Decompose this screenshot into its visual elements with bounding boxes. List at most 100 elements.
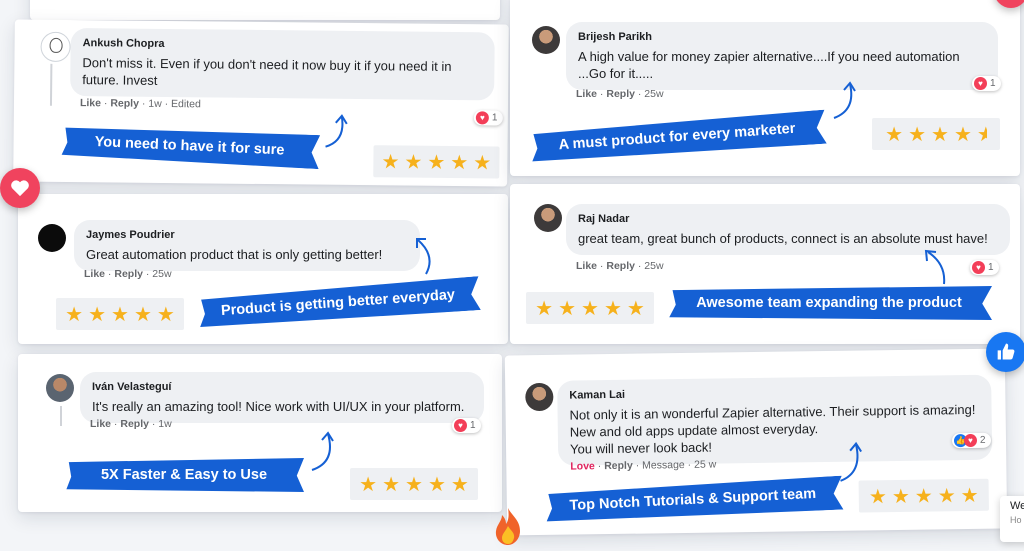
heart-reaction-icon: ♥ <box>972 261 985 274</box>
comment-actions: Like · Reply · 1w <box>90 418 172 430</box>
star-icon: ★ <box>405 473 423 496</box>
comment-text: A high value for money zapier alternativ… <box>578 49 960 81</box>
star-rating: ★ ★ ★ ★ ★ <box>526 292 654 324</box>
heart-icon <box>11 180 29 197</box>
review-card: Raj Nadar great team, great bunch of pro… <box>510 184 1020 344</box>
review-card: Jaymes Poudrier Great automation product… <box>18 194 508 344</box>
commenter-name[interactable]: Jaymes Poudrier <box>86 227 408 244</box>
reaction-count[interactable]: ♥ 1 <box>473 110 503 126</box>
star-icon: ★ <box>603 297 622 320</box>
review-highlight-ribbon: Awesome team expanding the product <box>669 286 992 320</box>
fire-icon <box>490 506 526 546</box>
star-icon: ★ <box>558 297 577 320</box>
comment-bubble: Kaman Lai Not only it is an wonderful Za… <box>557 374 993 466</box>
star-icon: ★ <box>111 303 129 326</box>
avatar <box>46 374 74 402</box>
star-icon: ★ <box>914 485 933 508</box>
avatar <box>40 31 71 63</box>
comment-bubble: Brijesh Parikh A high value for money za… <box>566 22 998 90</box>
comment-bubble: Jaymes Poudrier Great automation product… <box>74 220 420 271</box>
reply-link[interactable]: Reply <box>120 418 149 430</box>
reaction-count[interactable]: ♥ 1 <box>970 260 999 275</box>
star-icon: ★ <box>450 151 469 174</box>
commenter-name[interactable]: Raj Nadar <box>578 211 998 228</box>
commenter-name[interactable]: Iván Velasteguí <box>92 379 472 396</box>
star-icon: ★ <box>937 484 956 507</box>
comment-bubble: Iván Velasteguí It's really an amazing t… <box>80 372 484 423</box>
reply-link[interactable]: Reply <box>606 88 635 100</box>
comment-text: great team, great bunch of products, con… <box>578 231 988 246</box>
curved-arrow-icon <box>311 431 334 471</box>
commenter-name[interactable]: Ankush Chopra <box>83 35 483 56</box>
thumbs-up-icon <box>997 343 1015 360</box>
comment-actions: Love · Reply · Message · 25 w <box>570 458 717 473</box>
heart-reaction-icon: ♥ <box>475 111 489 125</box>
reply-link[interactable]: Reply <box>110 97 139 109</box>
heart-reaction-icon: ♥ <box>974 77 987 90</box>
commenter-name[interactable]: Brijesh Parikh <box>578 29 986 46</box>
star-icon: ★ <box>885 123 904 146</box>
review-card: Kaman Lai Not only it is an wonderful Za… <box>504 348 1008 536</box>
review-highlight-ribbon: A must product for every marketer <box>527 110 827 165</box>
avatar <box>534 204 562 232</box>
comment-bubble: Ankush Chopra Don't miss it. Even if you… <box>70 28 495 101</box>
review-highlight-ribbon: Product is getting better everyday <box>195 276 481 330</box>
star-icon: ★ <box>535 297 554 320</box>
star-icon: ★ <box>960 484 979 507</box>
curved-arrow-icon <box>416 238 431 275</box>
star-icon: ★ <box>156 303 175 326</box>
review-card: Brijesh Parikh A high value for money za… <box>510 0 1020 176</box>
star-icon: ★ <box>581 297 599 320</box>
corner-popup[interactable]: We Ho <box>1000 496 1024 542</box>
heart-reaction-icon: ♥ <box>963 433 978 448</box>
like-link[interactable]: Like <box>576 88 597 100</box>
star-rating: ★ ★ ★ ★ ★ <box>373 145 500 179</box>
star-rating: ★ ★ ★ ★ ★ <box>858 478 989 513</box>
star-rating: ★ ★ ★ ★ ★ <box>350 468 478 500</box>
love-link[interactable]: Love <box>570 460 595 472</box>
star-icon: ★ <box>381 150 400 173</box>
heart-reaction-icon: ♥ <box>454 419 467 432</box>
reply-link[interactable]: Reply <box>606 260 635 272</box>
like-link[interactable]: Like <box>84 268 105 280</box>
comment-time: 25w <box>152 268 172 280</box>
like-link[interactable]: Like <box>576 260 597 272</box>
reaction-count[interactable]: 👍 ♥ 2 <box>951 432 991 449</box>
curved-arrow-icon <box>325 114 348 148</box>
like-link[interactable]: Like <box>80 97 101 109</box>
partial-card-top-left <box>30 0 500 20</box>
reaction-count[interactable]: ♥ 1 <box>972 76 1001 91</box>
comment-text: Not only it is an wonderful Zapier alter… <box>569 401 976 457</box>
comment-actions: Like · Reply · 25w <box>576 260 664 272</box>
avatar <box>38 224 66 252</box>
review-highlight-ribbon: 5X Faster & Easy to Use <box>66 458 304 492</box>
star-icon: ★ <box>133 303 152 326</box>
edited-label: Edited <box>170 98 201 111</box>
comment-time: 25w <box>644 88 664 100</box>
curved-arrow-icon <box>833 81 856 119</box>
reply-link[interactable]: Reply <box>604 460 633 472</box>
corner-popup-line1: We <box>1010 500 1024 512</box>
comment-time: 25 w <box>693 458 717 471</box>
comment-actions: Like · Reply · 1w · Edited <box>79 97 201 111</box>
star-icon: ★ <box>908 123 926 146</box>
star-icon: ★ <box>88 303 107 326</box>
like-link[interactable]: Like <box>90 418 111 430</box>
star-rating: ★ ★ ★ ★ ★ <box>56 298 184 330</box>
reaction-count[interactable]: ♥ 1 <box>452 418 481 433</box>
reply-link[interactable]: Reply <box>114 268 143 280</box>
review-card: Iván Velasteguí It's really an amazing t… <box>18 354 502 512</box>
thread-line <box>60 406 62 426</box>
star-icon: ★ <box>65 303 84 326</box>
star-icon: ★ <box>931 123 949 146</box>
heart-badge <box>0 168 40 208</box>
comment-actions: Like · Reply · 25w <box>576 88 664 100</box>
comment-text: Don't miss it. Even if you don't need it… <box>82 55 452 88</box>
star-icon: ★ <box>450 473 469 496</box>
message-link[interactable]: Message <box>642 459 685 472</box>
avatar <box>525 382 554 412</box>
comment-time: 1w <box>148 97 162 110</box>
star-icon: ★ <box>382 473 401 496</box>
comment-text: Great automation product that is only ge… <box>86 247 383 262</box>
comment-time: 1w <box>158 418 172 430</box>
